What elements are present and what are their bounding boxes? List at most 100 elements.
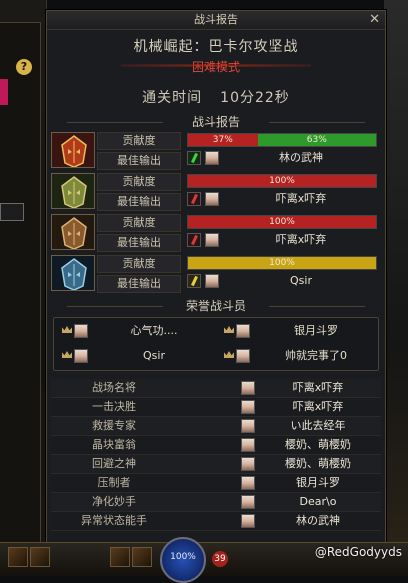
honor-member[interactable]: Qsir xyxy=(58,345,220,367)
best-output-name: 林の武神 xyxy=(279,151,323,164)
avatar xyxy=(205,192,219,206)
contribution-bar: 37% 63% xyxy=(187,133,377,147)
award-title: 战场名将 xyxy=(92,381,136,394)
award-recipient: 银月斗罗 xyxy=(296,476,340,489)
avatar xyxy=(241,400,255,414)
crown-icon xyxy=(62,326,72,333)
avatar xyxy=(241,438,255,452)
honor-member-name: 心气功.... xyxy=(130,324,178,337)
skill-slot-icon[interactable] xyxy=(110,547,130,567)
yellow-weapon-icon xyxy=(187,274,201,288)
best-output-label: 最佳输出 xyxy=(97,275,181,293)
award-row[interactable]: 净化妙手 Dear\o xyxy=(51,493,381,512)
contribution-bar: 100% xyxy=(187,174,377,188)
award-row[interactable]: 晶块富翁 樱奶、萌樱奶 xyxy=(51,436,381,455)
player-row[interactable]: 贡献度 最佳输出 37% 63% 林の武神 xyxy=(51,132,381,172)
contribution-label: 贡献度 xyxy=(97,132,181,150)
best-output-name: Qsir xyxy=(290,274,312,287)
honor-member[interactable]: 心气功.... xyxy=(58,320,220,342)
avatar xyxy=(241,419,255,433)
award-recipient: 樱奶、萌樱奶 xyxy=(285,457,351,470)
player-row[interactable]: 贡献度 最佳输出 100% 吓离x吓弃 xyxy=(51,214,381,254)
avatar xyxy=(236,349,250,363)
award-row[interactable]: 回避之神 樱奶、萌樱奶 xyxy=(51,455,381,474)
honor-member-name: 帅就完事了0 xyxy=(285,349,347,362)
skill-slot-icon[interactable] xyxy=(30,547,50,567)
award-row[interactable]: 压制者 银月斗罗 xyxy=(51,474,381,493)
bronze-mask-portrait-icon xyxy=(51,214,95,250)
level-badge: 39 xyxy=(212,551,228,567)
dialog-title: 战斗报告 xyxy=(194,13,238,26)
best-output-label: 最佳输出 xyxy=(97,193,181,211)
watermark: @RedGodyyds xyxy=(314,545,402,559)
contribution-percent: 100% xyxy=(269,217,295,227)
crown-icon xyxy=(224,326,234,333)
award-recipient: 吓离x吓弃 xyxy=(292,381,344,394)
award-recipient: い此去经年 xyxy=(290,419,346,432)
honor-grid: 心气功.... 银月斗罗 Qsir 帅就完事了0 xyxy=(53,317,379,371)
contribution-bar: 100% xyxy=(187,215,377,229)
contribution-segment: 100% xyxy=(188,175,376,187)
award-title: 异常状态能手 xyxy=(81,514,147,527)
red-weapon-icon xyxy=(187,233,201,247)
close-icon[interactable]: ✕ xyxy=(369,11,380,29)
player-row[interactable]: 贡献度 最佳输出 100% Qsir xyxy=(51,255,381,295)
contribution-bar: 100% xyxy=(187,256,377,270)
award-recipient: 樱奶、萌樱奶 xyxy=(285,438,351,451)
background-right xyxy=(384,0,408,575)
green-weapon-icon xyxy=(187,151,201,165)
honor-member[interactable]: 银月斗罗 xyxy=(220,320,382,342)
contribution-label: 贡献度 xyxy=(97,173,181,191)
contribution-percent: 100% xyxy=(269,258,295,268)
steel-mask-portrait-icon xyxy=(51,255,95,291)
red-weapon-icon xyxy=(187,192,201,206)
skill-slot-icon[interactable] xyxy=(8,547,28,567)
clear-time-label: 通关时间 xyxy=(142,90,203,106)
golden-mask-portrait-icon xyxy=(51,173,95,209)
contribution-segment: 100% xyxy=(188,257,376,269)
best-output-name: 吓离x吓弃 xyxy=(275,192,327,205)
dungeon-name: 机械崛起：巴卡尔攻坚战 xyxy=(133,39,299,55)
award-row[interactable]: 救援专家 い此去经年 xyxy=(51,417,381,436)
help-icon[interactable]: ? xyxy=(16,59,32,75)
honor-member-name: 银月斗罗 xyxy=(294,324,338,337)
award-row[interactable]: 一击决胜 吓离x吓弃 xyxy=(51,398,381,417)
contribution-percent: 63% xyxy=(306,135,327,145)
player-list: 贡献度 最佳输出 37% 63% 林の武神 贡献度 最佳输出 100% 吓离x吓弃 xyxy=(47,132,385,295)
best-output-name: 吓离x吓弃 xyxy=(275,233,327,246)
honor-member[interactable]: 帅就完事了0 xyxy=(220,345,382,367)
contribution-label: 贡献度 xyxy=(97,255,181,273)
award-title: 净化妙手 xyxy=(92,495,136,508)
clear-time-value: 10分22秒 xyxy=(220,90,290,106)
dialog-titlebar: 战斗报告 ✕ xyxy=(47,11,385,30)
avatar xyxy=(241,514,255,528)
crown-icon xyxy=(224,351,234,358)
avatar xyxy=(205,151,219,165)
award-recipient: 林の武神 xyxy=(296,514,340,527)
contribution-segment: 37% xyxy=(188,134,258,146)
contribution-percent: 100% xyxy=(269,176,295,186)
battle-report-dialog: 战斗报告 ✕ 机械崛起：巴卡尔攻坚战 困难模式 通关时间 10分22秒 战斗报告 … xyxy=(46,10,386,544)
difficulty-label: 困难模式 xyxy=(47,58,385,75)
contribution-label: 贡献度 xyxy=(97,214,181,232)
avatar xyxy=(205,233,219,247)
contribution-segment: 63% xyxy=(257,134,376,146)
crimson-helm-portrait-icon xyxy=(51,132,95,168)
avatar xyxy=(241,476,255,490)
avatar xyxy=(205,274,219,288)
side-input[interactable] xyxy=(0,203,24,221)
best-output-label: 最佳输出 xyxy=(97,152,181,170)
award-list: 战场名将 吓离x吓弃 一击决胜 吓离x吓弃 救援专家 い此去经年 晶块富翁 樱奶… xyxy=(51,379,381,531)
avatar xyxy=(241,457,255,471)
side-tab-icon[interactable] xyxy=(0,79,8,105)
avatar xyxy=(236,324,250,338)
clear-time: 通关时间 10分22秒 xyxy=(47,87,385,107)
honor-member-name: Qsir xyxy=(143,349,165,362)
player-row[interactable]: 贡献度 最佳输出 100% 吓离x吓弃 xyxy=(51,173,381,213)
skill-slot-icon[interactable] xyxy=(132,547,152,567)
avatar xyxy=(241,381,255,395)
avatar xyxy=(74,324,88,338)
award-row[interactable]: 异常状态能手 林の武神 xyxy=(51,512,381,531)
award-title: 回避之神 xyxy=(92,457,136,470)
award-row[interactable]: 战场名将 吓离x吓弃 xyxy=(51,379,381,398)
